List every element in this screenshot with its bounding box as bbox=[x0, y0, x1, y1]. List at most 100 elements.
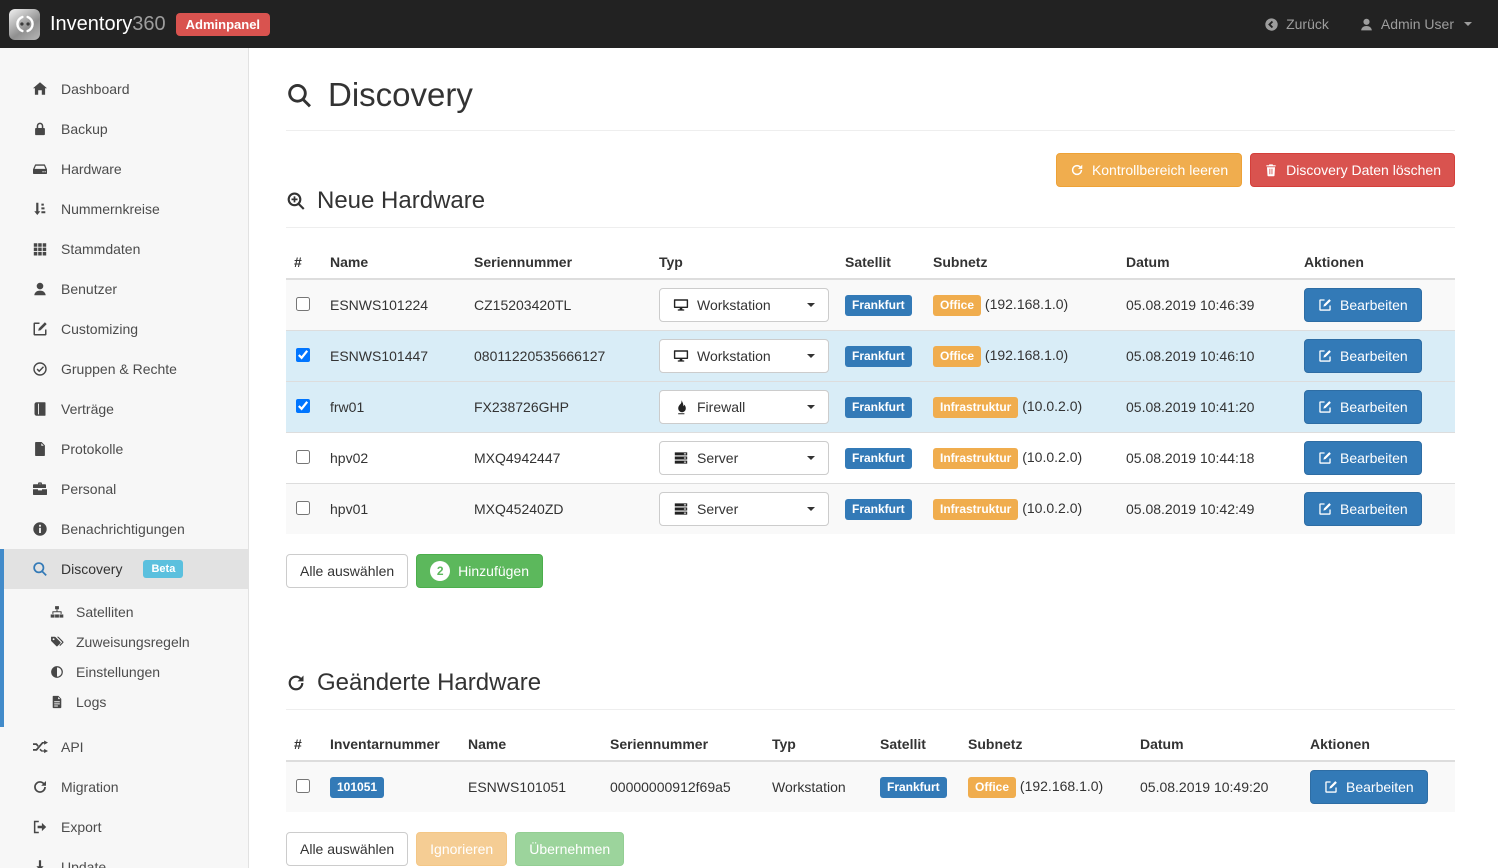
serial-number: MXQ45240ZD bbox=[466, 484, 651, 535]
column-header: Subnetz bbox=[925, 246, 1118, 279]
row-checkbox[interactable] bbox=[296, 399, 310, 413]
serial-number: 08011220535666127 bbox=[466, 331, 651, 382]
row-checkbox[interactable] bbox=[296, 297, 310, 311]
column-header: Datum bbox=[1118, 246, 1296, 279]
row-checkbox[interactable] bbox=[296, 501, 310, 515]
column-header: Seriennummer bbox=[602, 728, 764, 761]
device-name: frw01 bbox=[322, 382, 466, 433]
column-header: Aktionen bbox=[1302, 728, 1455, 761]
page-title: Discovery bbox=[286, 74, 1455, 131]
table-row: ESNWS101224CZ15203420TLWorkstationFrankf… bbox=[286, 279, 1455, 331]
brand-text: Inventory bbox=[50, 13, 132, 35]
row-checkbox[interactable] bbox=[296, 779, 310, 793]
column-header: # bbox=[286, 246, 322, 279]
column-header: Datum bbox=[1132, 728, 1302, 761]
subnet-range: (192.168.1.0) bbox=[985, 347, 1068, 363]
edit-button[interactable]: Bearbeiten bbox=[1304, 441, 1422, 475]
type-select[interactable]: Server bbox=[659, 492, 829, 526]
discovery-submenu: Satelliten Zuweisungsregeln EinstellungenL… bbox=[4, 589, 248, 727]
device-name: hpv01 bbox=[322, 484, 466, 535]
edit-button[interactable]: Bearbeiten bbox=[1304, 339, 1422, 373]
table-row: ESNWS10144708011220535666127WorkstationF… bbox=[286, 331, 1455, 382]
discovered-date: 05.08.2019 10:44:18 bbox=[1118, 433, 1296, 484]
type-select-value: Server bbox=[697, 450, 738, 466]
sidebar-item-logs[interactable]: Logs bbox=[4, 687, 248, 717]
sidebar-item-export[interactable]: Export bbox=[0, 807, 248, 847]
sidebar-item-customizing[interactable]: Customizing bbox=[0, 309, 248, 349]
select-all-button[interactable]: Alle auswählen bbox=[286, 554, 408, 588]
sidebar-item-dashboard[interactable]: Dashboard bbox=[0, 69, 248, 109]
device-type: Workstation bbox=[764, 761, 872, 812]
brand-suffix: 360 bbox=[132, 13, 165, 35]
column-header: Satellit bbox=[837, 246, 925, 279]
sidebar-item-label: Protokolle bbox=[61, 441, 123, 457]
sidebar-item-nummernkreise[interactable]: Nummernkreise bbox=[0, 189, 248, 229]
type-select[interactable]: Workstation bbox=[659, 288, 829, 322]
subnet-badge: Infrastruktur bbox=[933, 448, 1018, 469]
app-logo-icon bbox=[9, 9, 40, 40]
discovered-date: 05.08.2019 10:41:20 bbox=[1118, 382, 1296, 433]
user-menu[interactable]: Admin User bbox=[1359, 16, 1472, 32]
sidebar-item-update[interactable]: Update bbox=[0, 847, 248, 868]
sidebar-item-api[interactable]: API bbox=[0, 727, 248, 767]
sidebar-item-gruppen-rechte[interactable]: Gruppen & Rechte bbox=[0, 349, 248, 389]
ignore-button[interactable]: Ignorieren bbox=[416, 832, 507, 866]
sidebar-item-personal[interactable]: Personal bbox=[0, 469, 248, 509]
edit-button[interactable]: Bearbeiten bbox=[1304, 390, 1422, 424]
apply-button[interactable]: Übernehmen bbox=[515, 832, 624, 866]
caret-down-icon bbox=[807, 456, 815, 460]
edit-button[interactable]: Bearbeiten bbox=[1304, 288, 1422, 322]
new-hardware-table: #NameSeriennummerTypSatellitSubnetzDatum… bbox=[286, 246, 1455, 534]
trash-icon bbox=[1264, 163, 1278, 177]
sidebar-item-migration[interactable]: Migration bbox=[0, 767, 248, 807]
select-all-button[interactable]: Alle auswählen bbox=[286, 832, 408, 866]
workstation-icon bbox=[673, 297, 689, 313]
sidebar-item-label: Zuweisungsregeln bbox=[76, 634, 190, 650]
sidebar-item-label: Migration bbox=[61, 779, 119, 795]
sidebar-item-zuweisungsregeln[interactable]: Zuweisungsregeln bbox=[4, 627, 248, 657]
device-name: ESNWS101051 bbox=[460, 761, 602, 812]
workstation-icon bbox=[673, 348, 689, 364]
clear-control-button[interactable]: Kontrollbereich leeren bbox=[1056, 153, 1242, 187]
server-icon bbox=[673, 450, 689, 466]
type-select-value: Firewall bbox=[697, 399, 745, 415]
back-link[interactable]: Zurück bbox=[1264, 16, 1329, 32]
table-row: frw01FX238726GHPFirewallFrankfurtInfrast… bbox=[286, 382, 1455, 433]
sidebar-item-satelliten[interactable]: Satelliten bbox=[4, 597, 248, 627]
sidebar-item-discovery[interactable]: DiscoveryBeta bbox=[4, 549, 248, 589]
sidebar-item-stammdaten[interactable]: Stammdaten bbox=[0, 229, 248, 269]
delete-discovery-button[interactable]: Discovery Daten löschen bbox=[1250, 153, 1455, 187]
app-title[interactable]: Inventory360 bbox=[50, 13, 166, 36]
sidebar: DashboardBackup Hardware NummernkreiseStam… bbox=[0, 48, 249, 868]
sidebar-item-label: Update bbox=[61, 859, 106, 868]
sidebar-item-benachrichtigungen[interactable]: Benachrichtigungen bbox=[0, 509, 248, 549]
sidebar-item-vertr-ge[interactable]: Verträge bbox=[0, 389, 248, 429]
device-name: ESNWS101224 bbox=[322, 279, 466, 331]
type-select[interactable]: Firewall bbox=[659, 390, 829, 424]
column-header: Seriennummer bbox=[466, 246, 651, 279]
sign-out-icon bbox=[31, 819, 48, 835]
edit-button[interactable]: Bearbeiten bbox=[1304, 492, 1422, 526]
edit-icon bbox=[1318, 502, 1332, 516]
search-icon bbox=[286, 82, 313, 109]
row-checkbox[interactable] bbox=[296, 348, 310, 362]
sidebar-item-einstellungen[interactable]: Einstellungen bbox=[4, 657, 248, 687]
sidebar-item-benutzer[interactable]: Benutzer bbox=[0, 269, 248, 309]
sidebar-item-label: Satelliten bbox=[76, 604, 134, 620]
search-plus-icon bbox=[286, 191, 306, 211]
sidebar-item-protokolle[interactable]: Protokolle bbox=[0, 429, 248, 469]
sidebar-item-label: Hardware bbox=[61, 161, 122, 177]
edit-button[interactable]: Bearbeiten bbox=[1310, 770, 1428, 804]
discovered-date: 05.08.2019 10:46:10 bbox=[1118, 331, 1296, 382]
sidebar-item-backup[interactable]: Backup bbox=[0, 109, 248, 149]
row-checkbox[interactable] bbox=[296, 450, 310, 464]
type-select[interactable]: Server bbox=[659, 441, 829, 475]
subnet-badge: Office bbox=[968, 777, 1016, 798]
type-select[interactable]: Workstation bbox=[659, 339, 829, 373]
server-icon bbox=[673, 501, 689, 517]
changed-hardware-table: #InventarnummerNameSeriennummerTypSatell… bbox=[286, 728, 1455, 812]
sidebar-item-label: Benachrichtigungen bbox=[61, 521, 185, 537]
add-button[interactable]: 2 Hinzufügen bbox=[416, 554, 543, 588]
sidebar-item-hardware[interactable]: Hardware bbox=[0, 149, 248, 189]
book-icon bbox=[31, 401, 48, 417]
